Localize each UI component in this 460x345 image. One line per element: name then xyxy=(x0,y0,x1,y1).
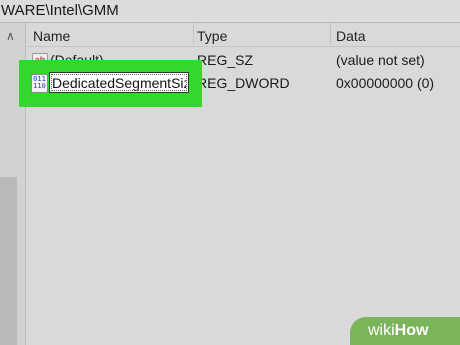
watermark-wiki: wiki xyxy=(368,322,395,339)
tree-scrollbar-thumb[interactable] xyxy=(0,177,17,345)
column-name-header[interactable]: Name xyxy=(33,28,70,44)
column-type-header[interactable]: Type xyxy=(197,28,227,44)
rename-input[interactable] xyxy=(49,72,189,93)
watermark-how: How xyxy=(394,322,429,339)
value-type: REG_SZ xyxy=(197,52,254,68)
column-header: Name Type Data xyxy=(26,23,460,47)
column-divider[interactable] xyxy=(193,23,194,45)
column-data-header[interactable]: Data xyxy=(336,28,366,44)
binary-value-icon: 011 110 xyxy=(31,74,48,93)
wikihow-logo: wikiHow xyxy=(350,317,460,345)
chevron-up-icon[interactable]: ∧ xyxy=(6,29,15,43)
value-data: 0x00000000 (0) xyxy=(336,75,435,91)
address-path: WARE\Intel\GMM xyxy=(1,2,119,19)
value-data: (value not set) xyxy=(336,52,425,68)
value-type: REG_DWORD xyxy=(197,75,290,91)
column-divider[interactable] xyxy=(330,23,331,45)
address-bar[interactable]: WARE\Intel\GMM xyxy=(0,0,460,23)
